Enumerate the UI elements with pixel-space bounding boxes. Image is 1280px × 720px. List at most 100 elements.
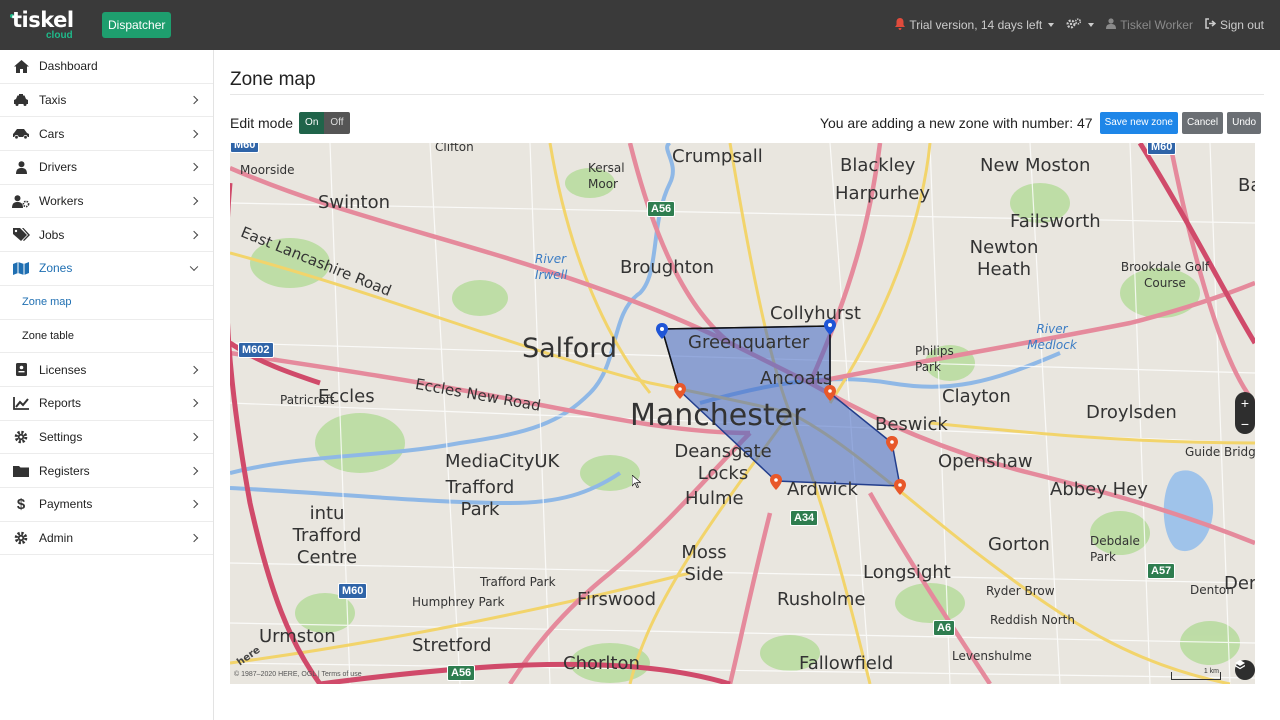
- new-zone-message: You are adding a new zone with number: 4…: [819, 115, 1093, 131]
- road-shield: A34: [790, 510, 819, 526]
- map-label: Abbey Hey: [1050, 479, 1148, 500]
- map-label: Urmston: [259, 626, 336, 647]
- map-label: Beswick: [875, 414, 948, 435]
- layers-icon[interactable]: [1235, 660, 1255, 680]
- chevron-right-icon: [189, 365, 199, 374]
- sidebar-item-label: Drivers: [39, 160, 77, 175]
- map-label: Swinton: [318, 192, 391, 213]
- taxi-icon: [12, 93, 30, 107]
- gear-icon: [12, 531, 30, 545]
- map-label: Openshaw: [938, 451, 1033, 472]
- road-shield: M60: [1147, 143, 1177, 155]
- road-shield: M60: [230, 143, 260, 153]
- cancel-button[interactable]: Cancel: [1181, 112, 1224, 134]
- sidebar-item-label: Cars: [39, 126, 65, 141]
- undo-button[interactable]: Undo: [1227, 112, 1261, 134]
- user-name: Tiskel Worker: [1120, 18, 1193, 32]
- map-label: Reddish North: [990, 613, 1075, 627]
- map-label: Moorside: [240, 163, 295, 177]
- chevron-right-icon: [189, 500, 199, 509]
- save-new-zone-button[interactable]: Save new zone: [1099, 112, 1178, 134]
- sidebar-item-taxis[interactable]: Taxis: [0, 84, 213, 118]
- map-label: Ardwick: [787, 479, 858, 500]
- map-label: Manchester: [630, 398, 806, 433]
- sidebar: Dashboard Taxis Cars Drivers Workers Job…: [0, 50, 214, 720]
- map-label: Broughton: [620, 257, 715, 278]
- top-right-menu: Trial version, 14 days left Tiskel Worke…: [895, 0, 1264, 50]
- tags-icon: [12, 228, 30, 242]
- sidebar-item-payments[interactable]: $ Payments: [0, 488, 213, 522]
- map-label: Blackley: [840, 155, 916, 176]
- map-label: Moss Side: [681, 542, 727, 585]
- zone-map[interactable]: Clifton Crumpsall Blackley Harpurhey New…: [230, 143, 1255, 684]
- edit-mode-control: Edit mode On Off: [230, 112, 350, 134]
- sidebar-item-cars[interactable]: Cars: [0, 117, 213, 152]
- logo-text: tiskel: [12, 8, 74, 32]
- chart-line-icon: [12, 396, 30, 410]
- page-title: Zone map: [230, 69, 316, 90]
- sidebar-item-label: Dashboard: [39, 59, 98, 74]
- sidebar-item-label: Workers: [39, 194, 84, 209]
- map-label: Clayton: [942, 386, 1011, 407]
- sidebar-item-admin[interactable]: Admin: [0, 522, 213, 556]
- chevron-right-icon: [189, 95, 199, 105]
- main-content: Zone map Edit mode On Off You are adding…: [214, 50, 1280, 720]
- sidebar-item-reports[interactable]: Reports: [0, 387, 213, 421]
- tools-dropdown[interactable]: [1066, 17, 1095, 33]
- sidebar-subitem-zone-map[interactable]: Zone map: [0, 286, 213, 320]
- sidebar-item-registers[interactable]: Registers: [0, 454, 213, 488]
- sidebar-item-dashboard[interactable]: Dashboard: [0, 50, 213, 84]
- chevron-down-icon: [189, 263, 199, 272]
- map-label: Hulme: [685, 488, 744, 509]
- sidebar-item-label: Taxis: [39, 93, 67, 108]
- edit-mode-toggle[interactable]: On Off: [299, 112, 350, 134]
- map-label: Chorlton: [563, 653, 640, 674]
- sidebar-item-licenses[interactable]: Licenses: [0, 353, 213, 387]
- sidebar-item-workers[interactable]: Workers: [0, 185, 213, 219]
- sign-out-link[interactable]: Sign out: [1205, 18, 1264, 32]
- gear-icon: [12, 430, 30, 444]
- sidebar-item-label: Reports: [39, 396, 82, 411]
- dispatcher-button[interactable]: Dispatcher: [102, 12, 172, 38]
- road-shield: M602: [238, 342, 274, 358]
- map-label: Crumpsall: [672, 146, 763, 167]
- map-label: MediaCityUK: [445, 451, 560, 472]
- sidebar-item-drivers[interactable]: Drivers: [0, 151, 213, 185]
- sidebar-item-jobs[interactable]: Jobs: [0, 218, 213, 253]
- zoom-in-button[interactable]: +: [1241, 395, 1249, 411]
- map-label: Philips Park: [915, 344, 954, 374]
- road-shield: A56: [647, 201, 676, 217]
- map-label: Harpurhey: [835, 183, 931, 204]
- trial-dropdown[interactable]: Trial version, 14 days left: [895, 17, 1055, 33]
- map-label: Droylsden: [1086, 402, 1177, 423]
- road-shield: M60: [338, 583, 368, 599]
- road-shield: A6: [933, 620, 956, 636]
- chevron-right-icon: [189, 230, 199, 240]
- map-copyright[interactable]: © 1987–2020 HERE, OGL | Terms of use: [234, 671, 362, 678]
- chevron-right-icon: [189, 163, 199, 172]
- toggle-off[interactable]: Off: [324, 112, 350, 134]
- user-icon: [12, 160, 30, 174]
- map-label: Firswood: [577, 589, 656, 610]
- toggle-on[interactable]: On: [299, 112, 325, 134]
- sidebar-item-zones[interactable]: Zones: [0, 252, 213, 286]
- user-menu[interactable]: Tiskel Worker: [1106, 18, 1193, 32]
- map-label: Deansgate Locks: [674, 441, 772, 484]
- logo-subtext: cloud: [46, 30, 73, 41]
- map-label: Ryder Brow: [986, 584, 1055, 598]
- map-label: Trafford Park: [445, 477, 515, 520]
- map-label: Gorton: [988, 534, 1050, 555]
- sidebar-item-label: Jobs: [39, 227, 65, 242]
- map-label: Salford: [522, 333, 617, 364]
- sign-out-icon: [1205, 18, 1217, 32]
- map-label: Longsight: [863, 562, 951, 583]
- zoom-out-button[interactable]: −: [1241, 416, 1249, 432]
- tiskel-logo[interactable]: tiskel cloud: [10, 8, 92, 41]
- zoom-control: + −: [1235, 392, 1255, 434]
- chevron-right-icon: [189, 432, 199, 442]
- sidebar-item-settings[interactable]: Settings: [0, 421, 213, 455]
- map-scale-label: 1 km: [1203, 668, 1219, 675]
- sidebar-subitem-zone-table[interactable]: Zone table: [0, 320, 213, 354]
- road-shield: A57: [1147, 563, 1176, 579]
- trial-text: Trial version, 14 days left: [909, 18, 1043, 32]
